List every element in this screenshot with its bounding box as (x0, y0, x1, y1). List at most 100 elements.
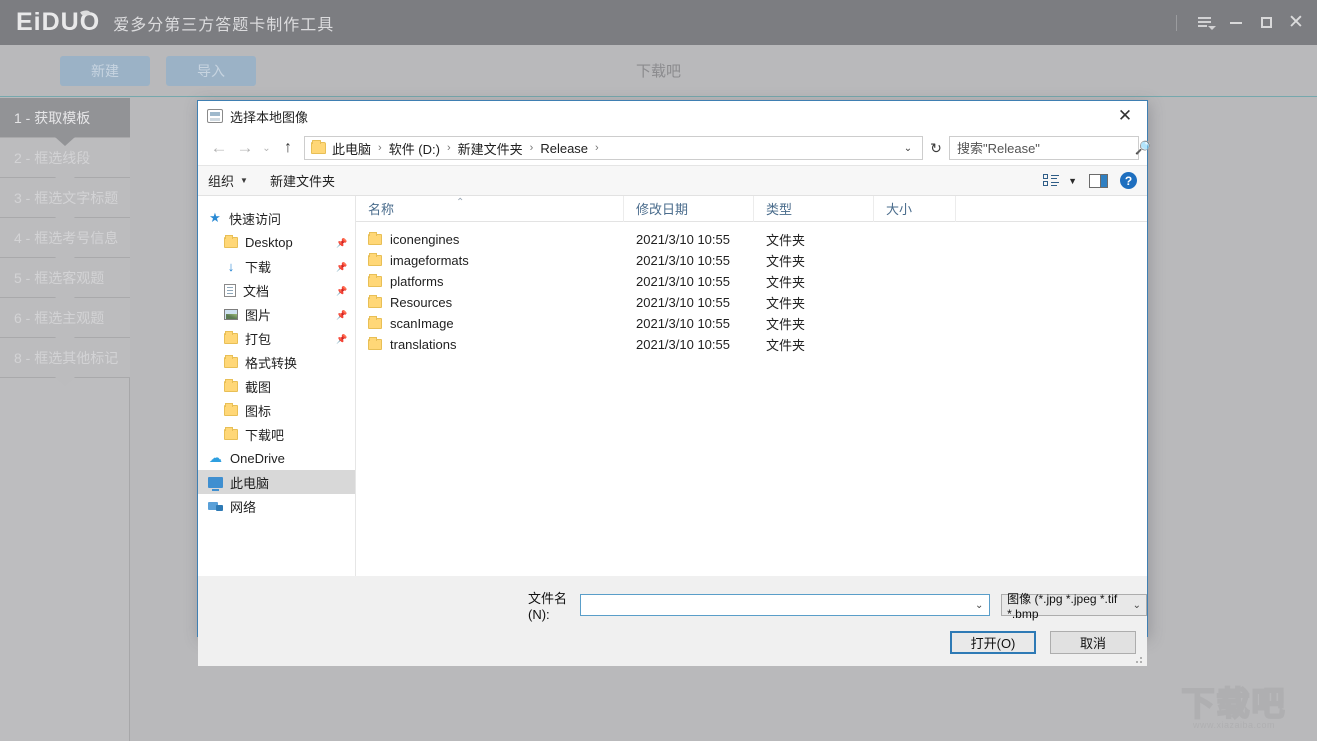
step-label: 5 - 框选客观题 (14, 269, 105, 286)
nav-pane-item[interactable]: 此电脑 (198, 470, 355, 494)
pin-icon: 📌 (336, 334, 348, 344)
file-date-cell: 2021/3/10 10:55 (636, 274, 730, 289)
pin-icon: 📌 (336, 310, 348, 320)
file-row[interactable]: scanImage 2021/3/10 10:55 文件夹 (356, 313, 1147, 334)
column-header-size[interactable]: 大小 (874, 195, 956, 222)
file-type-cell: 文件夹 (766, 233, 806, 248)
refresh-icon[interactable]: ↻ (923, 136, 949, 160)
column-header-type[interactable]: 类型 (754, 195, 874, 222)
folder-icon (224, 234, 238, 248)
file-date-cell: 2021/3/10 10:55 (636, 232, 730, 247)
nav-pane-item[interactable]: ↓ 下载 📌 (198, 254, 355, 278)
filename-field[interactable]: ⌄ (580, 594, 991, 616)
toolbar-divider (1176, 14, 1177, 31)
file-date-cell: 2021/3/10 10:55 (636, 253, 730, 268)
folder-icon (368, 253, 382, 266)
file-row[interactable]: platforms 2021/3/10 10:55 文件夹 (356, 271, 1147, 292)
nav-pane-item[interactable]: ★ 快速访问 (198, 206, 355, 230)
filename-label: 文件名(N): (528, 591, 568, 622)
app-toolbar: 新建 导入 下载吧 (0, 45, 1317, 97)
chevron-down-icon[interactable]: ⌄ (969, 600, 989, 611)
step-label: 8 - 框选其他标记 (14, 349, 119, 366)
breadcrumb-separator-icon: › (595, 142, 599, 154)
pin-icon: 📌 (336, 262, 348, 272)
up-icon[interactable]: ↑ (275, 135, 301, 161)
step-notch-icon (55, 217, 75, 226)
file-name-cell: scanImage (356, 316, 624, 331)
pin-icon: 📌 (336, 238, 348, 248)
new-folder-button[interactable]: 新建文件夹 (270, 171, 335, 190)
view-mode-icon[interactable] (1043, 174, 1060, 187)
navigation-pane: ★ 快速访问 Desktop 📌 ↓ 下载 📌 文档 📌 图片 📌 打包 📌 格式转换 截图图标下载吧 ☁ On… (198, 196, 356, 576)
organize-button[interactable]: 组织 ▼ (208, 171, 248, 190)
step-label: 6 - 框选主观题 (14, 309, 105, 326)
folder-icon (368, 337, 382, 350)
close-icon: ✕ (1288, 12, 1304, 33)
address-bar[interactable]: 此电脑 › 软件 (D:) › 新建文件夹 › Release › ⌄ (304, 136, 923, 160)
nav-pane-item[interactable]: 图标 (198, 398, 355, 422)
nav-pane-item[interactable]: ☁ OneDrive (198, 446, 355, 470)
breadcrumb-item[interactable]: 软件 (D:) (387, 139, 442, 158)
filetype-dropdown[interactable]: 图像 (*.jpg *.jpeg *.tif *.bmp ⌄ (1001, 592, 1147, 621)
chevron-down-icon[interactable]: ⌄ (897, 143, 919, 154)
file-name-cell: imageformats (356, 253, 624, 268)
close-button[interactable]: ✕ (1281, 8, 1311, 38)
minimize-button[interactable] (1221, 8, 1251, 38)
step-notch-icon (55, 177, 75, 186)
sort-ascending-icon: ⌃ (456, 196, 465, 208)
open-button[interactable]: 打开(O) (950, 631, 1036, 654)
nav-pane-item[interactable]: 文档 📌 (198, 278, 355, 302)
search-input[interactable] (955, 139, 1135, 157)
dialog-close-button[interactable]: ✕ (1103, 101, 1147, 131)
resize-grip[interactable] (1135, 654, 1145, 664)
nav-pane-item[interactable]: 格式转换 (198, 350, 355, 374)
file-name-cell: iconengines (356, 232, 624, 247)
column-header-name[interactable]: 名称 ⌃ (356, 195, 624, 222)
nav-pane-item[interactable]: 下载吧 (198, 422, 355, 446)
nav-pane-item[interactable]: Desktop 📌 (198, 230, 355, 254)
minimize-icon (1230, 21, 1242, 24)
nav-pane-item[interactable]: 截图 (198, 374, 355, 398)
recent-locations-icon[interactable]: ⌄ (258, 135, 275, 161)
dialog-buttons: 打开(O) 取消 (198, 631, 1147, 654)
search-box[interactable]: 🔍 (949, 136, 1151, 160)
file-list-pane: 名称 ⌃ 修改日期 类型 大小 iconengines 2021/3/10 10:55 文件… (356, 195, 1147, 576)
step-item-1[interactable]: 1 - 获取模板 (0, 98, 130, 146)
help-icon[interactable]: ? (1120, 172, 1137, 189)
step-sidebar: 1 - 获取模板 2 - 框选线段 3 - 框选文字标题 4 - 框选考号信息 5 - … (0, 98, 130, 741)
filename-input[interactable] (581, 595, 970, 615)
breadcrumb-separator-icon: › (446, 142, 451, 154)
file-date-cell: 2021/3/10 10:55 (636, 337, 730, 352)
window-icon (207, 109, 223, 123)
step-label: 4 - 框选考号信息 (14, 229, 119, 246)
file-list: iconengines 2021/3/10 10:55 文件夹 imageformat… (356, 222, 1147, 355)
file-name-label: imageformats (390, 253, 469, 268)
file-row[interactable]: iconengines 2021/3/10 10:55 文件夹 (356, 229, 1147, 250)
breadcrumb-item[interactable]: Release (538, 141, 590, 156)
maximize-button[interactable] (1251, 8, 1281, 38)
cancel-button[interactable]: 取消 (1050, 631, 1136, 654)
folder-icon (368, 232, 382, 245)
forward-icon[interactable]: → (232, 135, 258, 161)
step-notch-icon (55, 297, 75, 306)
breadcrumb-item[interactable]: 新建文件夹 (456, 139, 525, 158)
back-icon[interactable]: ← (206, 135, 232, 161)
file-type-cell: 文件夹 (766, 317, 806, 332)
breadcrumb-item[interactable]: 此电脑 (330, 139, 373, 158)
folder-icon (368, 274, 382, 287)
file-name-cell: platforms (356, 274, 624, 289)
column-header-date[interactable]: 修改日期 (624, 195, 754, 222)
nav-pane-item[interactable]: 图片 📌 (198, 302, 355, 326)
nav-pane-item[interactable]: 打包 📌 (198, 326, 355, 350)
nav-pane-item[interactable]: 网络 (198, 494, 355, 518)
computer-icon (208, 476, 223, 491)
chevron-down-icon[interactable]: ▼ (1068, 176, 1077, 186)
chevron-down-icon: ▼ (240, 176, 248, 185)
file-row[interactable]: translations 2021/3/10 10:55 文件夹 (356, 334, 1147, 355)
app-title: 爱多分第三方答题卡制作工具 (113, 16, 335, 34)
file-row[interactable]: imageformats 2021/3/10 10:55 文件夹 (356, 250, 1147, 271)
preview-pane-icon[interactable] (1089, 173, 1108, 188)
main-menu-button[interactable] (1191, 8, 1221, 38)
file-row[interactable]: Resources 2021/3/10 10:55 文件夹 (356, 292, 1147, 313)
nav-pane-label: 图标 (245, 403, 272, 419)
